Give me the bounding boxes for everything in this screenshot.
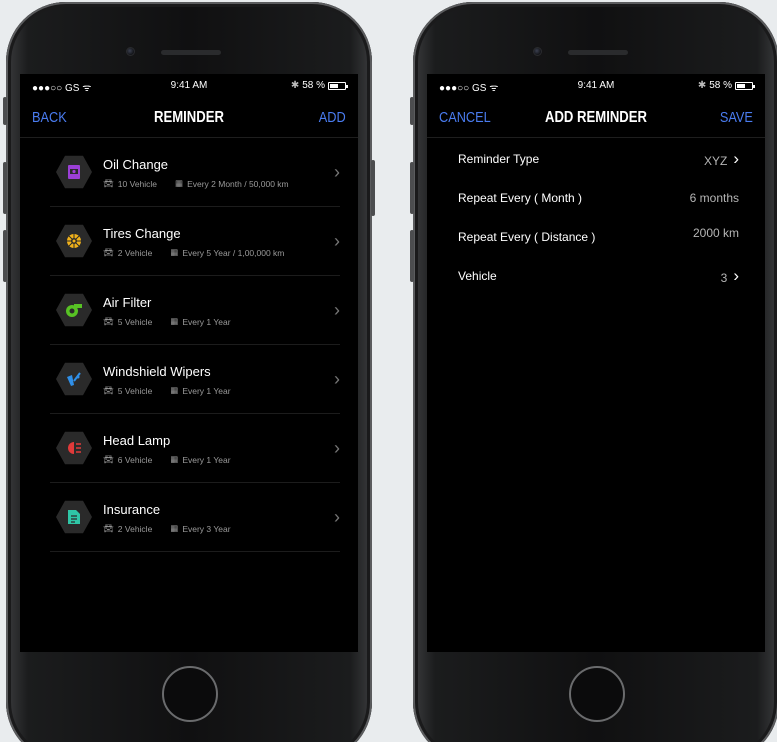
calendar-icon: ▦: [170, 316, 179, 326]
car-icon: 🚘︎: [103, 523, 114, 533]
list-item[interactable]: Insurance 🚘︎ 2 Vehicle ▦ Every 3 Year ›: [50, 483, 340, 552]
bluetooth-icon: ✱: [290, 80, 300, 91]
row-value: 2000 km: [692, 226, 739, 240]
page-title: ADD REMINDER: [544, 109, 648, 126]
list-item[interactable]: Head Lamp 🚘︎ 6 Vehicle ▦ Every 1 Year ›: [50, 414, 340, 483]
reminder-form: Reminder Type XYZ › Repeat Every ( Month…: [427, 138, 765, 294]
calendar-icon: ▦: [170, 454, 179, 464]
phone-left: ●●●○○ GS ᯤ 9:41 AM ✱ 58 % BACK REMINDER …: [3, 2, 375, 742]
item-title: Head Lamp: [103, 433, 171, 448]
row-label: Repeat Every ( Month ): [458, 191, 583, 205]
item-title: Air Filter: [103, 295, 152, 310]
phone-right: ●●●○○ GS ᯤ 9:41 AM ✱ 58 % CANCEL ADD REM…: [410, 2, 777, 742]
add-button[interactable]: ADD: [319, 109, 346, 126]
row-label: Repeat Every ( Distance ): [458, 230, 596, 244]
calendar-icon: ▦: [170, 385, 179, 395]
row-value: 3 ›: [720, 266, 739, 285]
battery-icon: [328, 81, 348, 90]
mute-switch: [410, 97, 414, 125]
mute-switch: [3, 97, 7, 125]
chevron-right-icon: ›: [733, 266, 739, 285]
tire-icon: [56, 224, 92, 258]
earpiece-speaker: [568, 50, 628, 55]
insurance-icon: [56, 500, 92, 534]
car-icon: 🚘︎: [103, 385, 114, 395]
chevron-right-icon: ›: [334, 162, 340, 182]
battery-percent: 58 %: [709, 80, 732, 91]
chevron-right-icon: ›: [334, 438, 340, 458]
volume-down-button: [3, 230, 7, 282]
reminder-screen: ●●●○○ GS ᯤ 9:41 AM ✱ 58 % BACK REMINDER …: [20, 74, 358, 652]
front-camera: [126, 47, 135, 56]
item-title: Oil Change: [103, 157, 169, 172]
item-meta: 🚘︎ 5 Vehicle ▦ Every 1 Year: [103, 316, 231, 327]
car-icon: 🚘︎: [103, 454, 114, 464]
add-reminder-screen: ●●●○○ GS ᯤ 9:41 AM ✱ 58 % CANCEL ADD REM…: [427, 74, 765, 652]
save-button[interactable]: SAVE: [720, 109, 753, 126]
page-title: REMINDER: [154, 109, 224, 126]
home-button[interactable]: [569, 666, 625, 722]
calendar-icon: ▦: [175, 178, 184, 188]
repeat-month-row[interactable]: Repeat Every ( Month ) 6 months: [427, 177, 765, 216]
chevron-right-icon: ›: [334, 507, 340, 527]
car-icon: 🚘︎: [103, 178, 114, 188]
battery-percent: 58 %: [302, 80, 325, 91]
volume-up-button: [410, 162, 414, 214]
list-item[interactable]: Oil Change 🚘︎ 10 Vehicle ▦ Every 2 Month…: [50, 138, 340, 207]
list-item[interactable]: Tires Change 🚘︎ 2 Vehicle ▦ Every 5 Year…: [50, 207, 340, 276]
home-button[interactable]: [162, 666, 218, 722]
chevron-right-icon: ›: [334, 231, 340, 251]
status-right: ✱ 58 %: [290, 80, 348, 91]
status-right: ✱ 58 %: [697, 80, 755, 91]
oil-icon: [56, 155, 92, 189]
item-title: Windshield Wipers: [103, 364, 211, 379]
volume-up-button: [3, 162, 7, 214]
earpiece-speaker: [161, 50, 221, 55]
status-bar: ●●●○○ GS ᯤ 9:41 AM ✱ 58 %: [20, 80, 358, 94]
chevron-right-icon: ›: [334, 369, 340, 389]
item-meta: 🚘︎ 2 Vehicle ▦ Every 3 Year: [103, 523, 231, 534]
repeat-distance-row[interactable]: Repeat Every ( Distance ) 2000 km: [427, 216, 765, 255]
chevron-right-icon: ›: [733, 149, 739, 168]
item-title: Insurance: [103, 502, 161, 517]
navigation-bar: CANCEL ADD REMINDER SAVE: [427, 102, 765, 138]
item-meta: 🚘︎ 5 Vehicle ▦ Every 1 Year: [103, 385, 231, 396]
item-title: Tires Change: [103, 226, 181, 241]
item-meta: 🚘︎ 6 Vehicle ▦ Every 1 Year: [103, 454, 231, 465]
status-bar: ●●●○○ GS ᯤ 9:41 AM ✱ 58 %: [427, 80, 765, 94]
air-filter-icon: [56, 293, 92, 327]
battery-icon: [735, 81, 755, 90]
power-button: [371, 160, 375, 216]
reminder-list: Oil Change 🚘︎ 10 Vehicle ▦ Every 2 Month…: [20, 138, 358, 552]
car-icon: 🚘︎: [103, 247, 114, 257]
chevron-right-icon: ›: [334, 300, 340, 320]
item-meta: 🚘︎ 2 Vehicle ▦ Every 5 Year / 1,00,000 k…: [103, 247, 285, 258]
calendar-icon: ▦: [170, 247, 179, 257]
car-icon: 🚘︎: [103, 316, 114, 326]
wiper-icon: [56, 362, 92, 396]
head-lamp-icon: [56, 431, 92, 465]
list-item[interactable]: Air Filter 🚘︎ 5 Vehicle ▦ Every 1 Year ›: [50, 276, 340, 345]
reminder-type-row[interactable]: Reminder Type XYZ ›: [427, 138, 765, 177]
row-label: Vehicle: [458, 269, 497, 283]
calendar-icon: ▦: [170, 523, 179, 533]
volume-down-button: [410, 230, 414, 282]
front-camera: [533, 47, 542, 56]
item-meta: 🚘︎ 10 Vehicle ▦ Every 2 Month / 50,000 k…: [103, 178, 289, 189]
vehicle-row[interactable]: Vehicle 3 ›: [427, 255, 765, 294]
row-value: 6 months: [689, 191, 739, 205]
row-value: XYZ ›: [703, 149, 739, 168]
bluetooth-icon: ✱: [697, 80, 707, 91]
row-label: Reminder Type: [458, 152, 540, 166]
navigation-bar: BACK REMINDER ADD: [20, 102, 358, 138]
list-item[interactable]: Windshield Wipers 🚘︎ 5 Vehicle ▦ Every 1…: [50, 345, 340, 414]
